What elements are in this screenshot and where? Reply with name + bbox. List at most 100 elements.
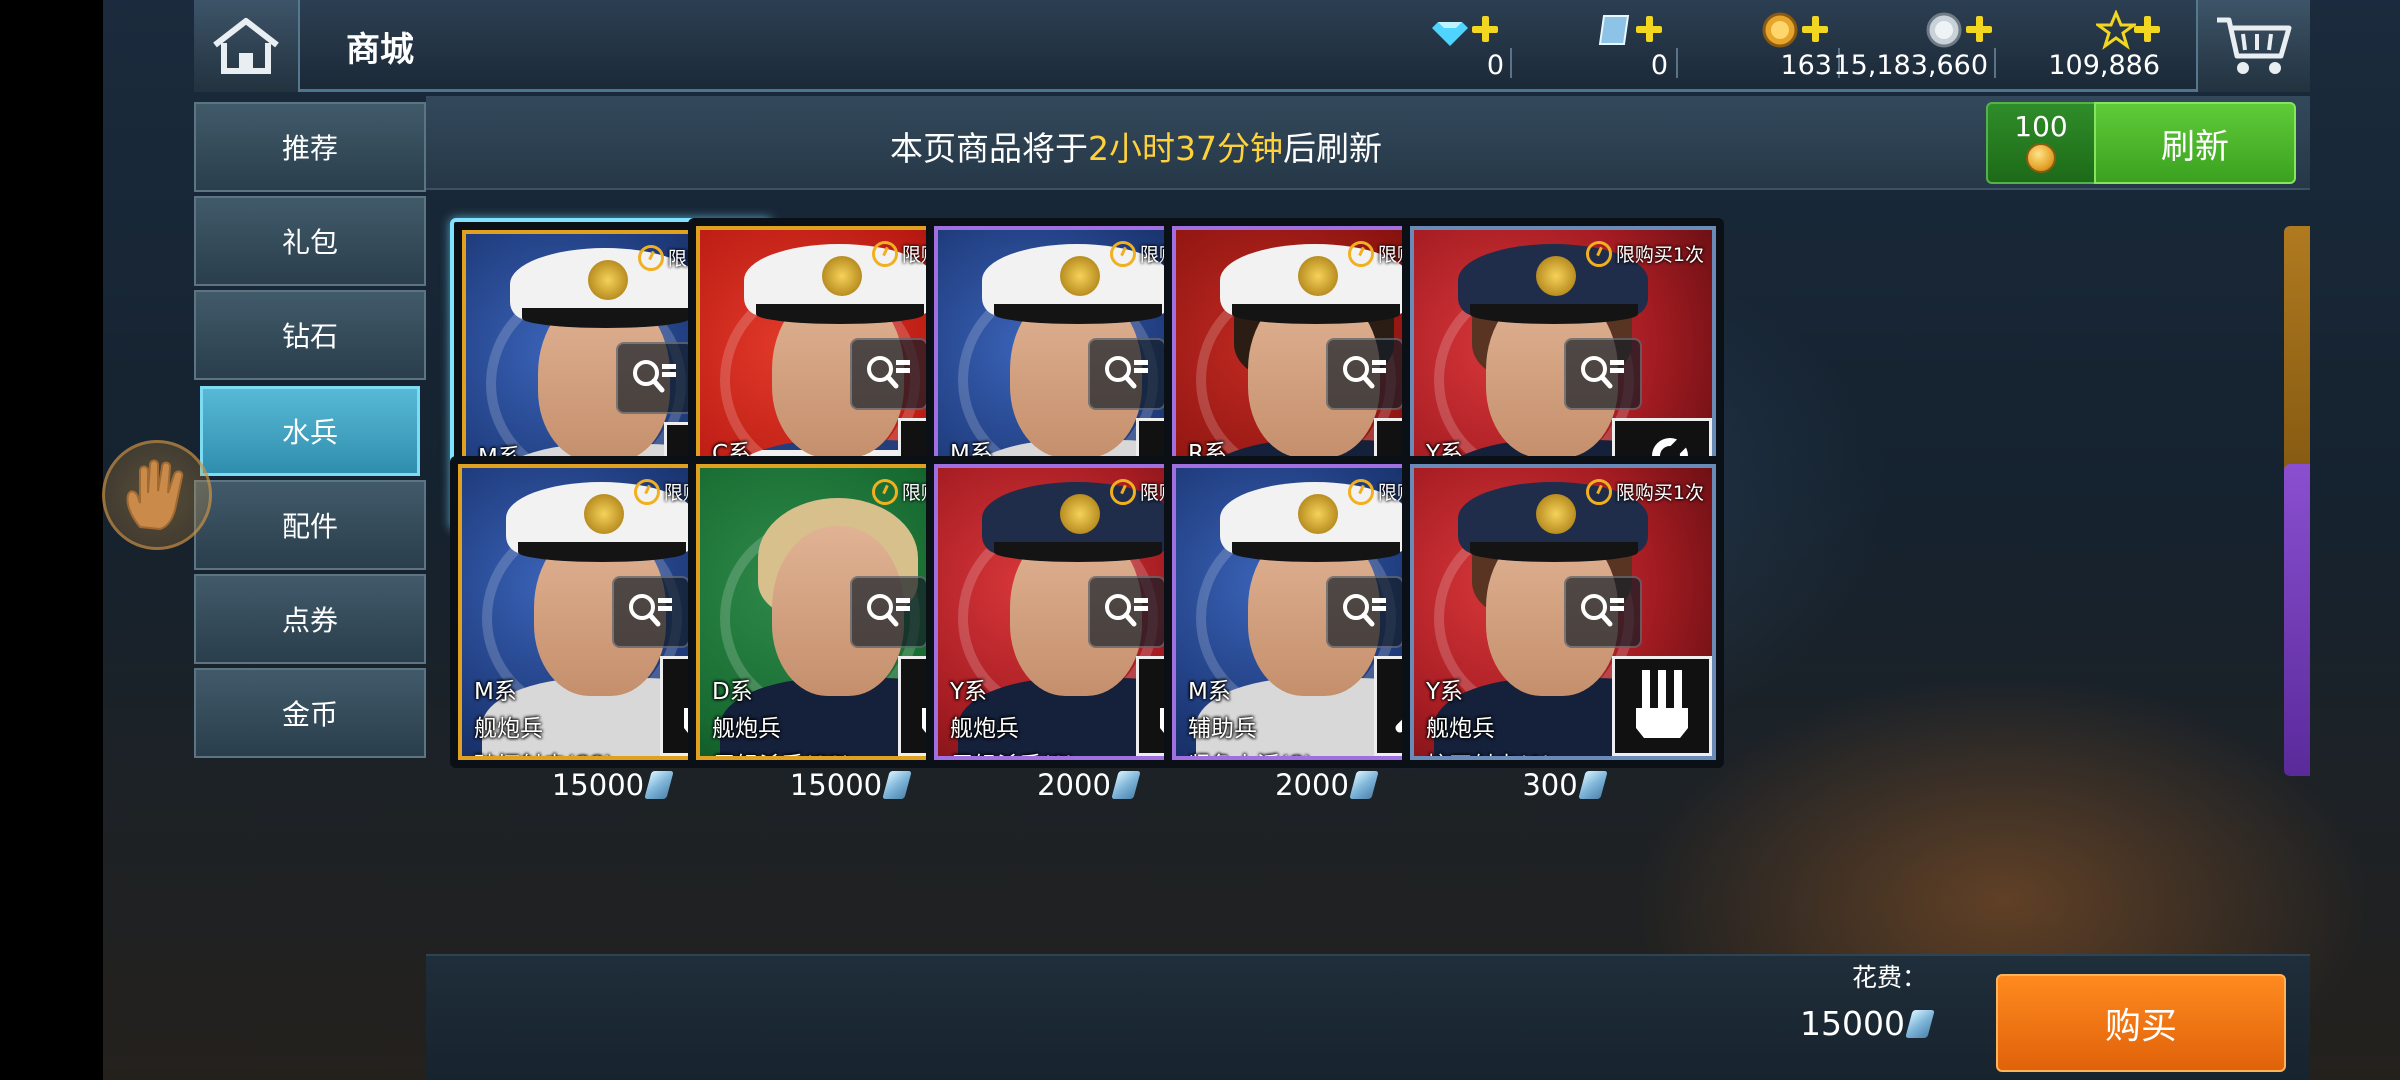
floating-assist-button[interactable] bbox=[102, 440, 212, 550]
currency-silver[interactable]: 15,183,660 bbox=[1833, 6, 1992, 86]
card-role: 辅助兵 bbox=[1188, 716, 1257, 742]
details-button[interactable] bbox=[1564, 576, 1642, 648]
refresh-button[interactable]: 刷新 bbox=[2094, 102, 2296, 184]
portrait-cap-visor bbox=[518, 542, 686, 562]
tab-label: 点券 bbox=[281, 604, 338, 637]
countdown-time: 2小时37分钟 bbox=[1088, 129, 1283, 168]
crystal-icon bbox=[1905, 1009, 1935, 1038]
currency-value: 163 bbox=[1780, 50, 1832, 81]
portrait-cap-visor bbox=[756, 304, 924, 324]
magnify-icon bbox=[1340, 590, 1390, 634]
page-title: 商城 bbox=[346, 30, 414, 70]
cap-badge-icon bbox=[822, 256, 862, 296]
details-button[interactable] bbox=[1326, 576, 1404, 648]
tab-gift-packs[interactable]: 礼包 bbox=[194, 196, 426, 286]
add-icon[interactable] bbox=[2134, 16, 2160, 42]
card-skill: 巨舰杀手(SS) bbox=[712, 748, 851, 756]
buy-button[interactable]: 购买 bbox=[1996, 974, 2286, 1072]
magnify-icon bbox=[864, 590, 914, 634]
cap-badge-icon bbox=[1060, 494, 1100, 534]
currency-gold[interactable]: 163 bbox=[1740, 6, 1832, 86]
tab-label: 礼包 bbox=[281, 226, 338, 259]
gold-coin-icon bbox=[2026, 143, 2056, 173]
clock-icon bbox=[1109, 478, 1136, 505]
currency-value: 0 bbox=[1486, 50, 1504, 81]
crystal-icon bbox=[1577, 771, 1608, 799]
currency-crystal[interactable]: 0 bbox=[1560, 6, 1668, 86]
cap-badge-icon bbox=[584, 494, 624, 534]
tab-vouchers[interactable]: 点券 bbox=[194, 574, 426, 664]
tab-sailors[interactable]: 水兵 bbox=[200, 386, 420, 476]
tab-accessories[interactable]: 配件 bbox=[194, 480, 426, 570]
currency-diamond[interactable]: 0 bbox=[1404, 6, 1504, 86]
card-skill: 巨舰杀手(S) bbox=[950, 748, 1075, 756]
portrait-cap-visor bbox=[1470, 542, 1638, 562]
divider bbox=[1676, 48, 1678, 78]
cap-badge-icon bbox=[1536, 494, 1576, 534]
add-icon[interactable] bbox=[1636, 16, 1662, 42]
clock-icon bbox=[1585, 478, 1612, 505]
price-value: 15000 bbox=[789, 768, 883, 802]
details-button[interactable] bbox=[1564, 338, 1642, 410]
tab-label: 配件 bbox=[281, 510, 338, 543]
refresh-countdown-text: 本页商品将于2小时37分钟后刷新 bbox=[426, 122, 1846, 170]
tab-recommended[interactable]: 推荐 bbox=[194, 102, 426, 192]
product-grid: 限购买1次M系辅助兵不屈不挠(SS)15000限购买1次C系辅助兵不屈不挠(SS… bbox=[426, 192, 2310, 952]
card-role: 舰炮兵 bbox=[474, 716, 543, 742]
left-letterbox bbox=[0, 0, 103, 1080]
tab-label: 钻石 bbox=[281, 320, 338, 353]
card-role: 舰炮兵 bbox=[950, 716, 1019, 742]
card-info: Y系舰炮兵校正射击(A) bbox=[1426, 674, 1552, 756]
cap-badge-icon bbox=[1298, 256, 1338, 296]
purchase-limit-text: 限购买1次 bbox=[1615, 244, 1704, 266]
card-skill: 破坏射击(SS) bbox=[474, 748, 613, 756]
details-button[interactable] bbox=[1088, 338, 1166, 410]
tab-label: 水兵 bbox=[281, 416, 338, 449]
sailor-card[interactable]: 限购买1次 Y系舰炮兵校正射击(A) bbox=[1402, 456, 1724, 768]
top-bar bbox=[194, 0, 2310, 92]
card-info: Y系舰炮兵巨舰杀手(S) bbox=[950, 674, 1075, 756]
refresh-cost[interactable]: 100 bbox=[1986, 102, 2096, 184]
sailor-card-partial[interactable] bbox=[2284, 464, 2310, 776]
clock-icon bbox=[1347, 240, 1374, 267]
portrait-cap-visor bbox=[1232, 304, 1400, 324]
home-icon bbox=[213, 18, 279, 74]
clock-icon bbox=[637, 244, 664, 271]
currency-value: 109,886 bbox=[2048, 50, 2160, 81]
card-skill: 校正射击(A) bbox=[1426, 748, 1552, 756]
tab-gold[interactable]: 金币 bbox=[194, 668, 426, 758]
details-button[interactable] bbox=[1326, 338, 1404, 410]
countdown-prefix: 本页商品将于 bbox=[890, 129, 1088, 168]
details-button[interactable] bbox=[612, 576, 690, 648]
portrait-cap-visor bbox=[994, 304, 1162, 324]
diamond-icon bbox=[1432, 22, 1468, 46]
magnify-icon bbox=[626, 590, 676, 634]
card-info: D系舰炮兵巨舰杀手(SS) bbox=[712, 674, 851, 756]
card-role: 舰炮兵 bbox=[712, 716, 781, 742]
star-icon bbox=[2096, 10, 2136, 50]
crystal-icon bbox=[882, 771, 912, 799]
buy-label: 购买 bbox=[2104, 1006, 2177, 1047]
magnify-icon bbox=[630, 356, 680, 400]
details-button[interactable] bbox=[850, 576, 928, 648]
currency-star[interactable]: 109,886 bbox=[2012, 6, 2160, 86]
add-icon[interactable] bbox=[1472, 16, 1498, 42]
cost-label: 花费： bbox=[1852, 963, 1928, 992]
add-icon[interactable] bbox=[1802, 16, 1828, 42]
tab-diamonds[interactable]: 钻石 bbox=[194, 290, 426, 380]
details-button[interactable] bbox=[616, 342, 694, 414]
cart-button[interactable] bbox=[2196, 0, 2310, 92]
card-faction: M系 bbox=[474, 679, 517, 705]
add-icon[interactable] bbox=[1966, 16, 1992, 42]
portrait-cap-visor bbox=[994, 542, 1162, 562]
card-faction: Y系 bbox=[950, 679, 988, 705]
crystal-icon bbox=[1349, 771, 1379, 799]
price-value: 2000 bbox=[1275, 768, 1349, 802]
portrait-cap-visor bbox=[1232, 542, 1400, 562]
price-value: 300 bbox=[1522, 768, 1578, 802]
details-button[interactable] bbox=[1088, 576, 1166, 648]
details-button[interactable] bbox=[850, 338, 928, 410]
crystal-icon bbox=[1598, 15, 1630, 45]
home-button[interactable] bbox=[194, 0, 300, 92]
card-info: M系舰炮兵破坏射击(SS) bbox=[474, 674, 613, 756]
